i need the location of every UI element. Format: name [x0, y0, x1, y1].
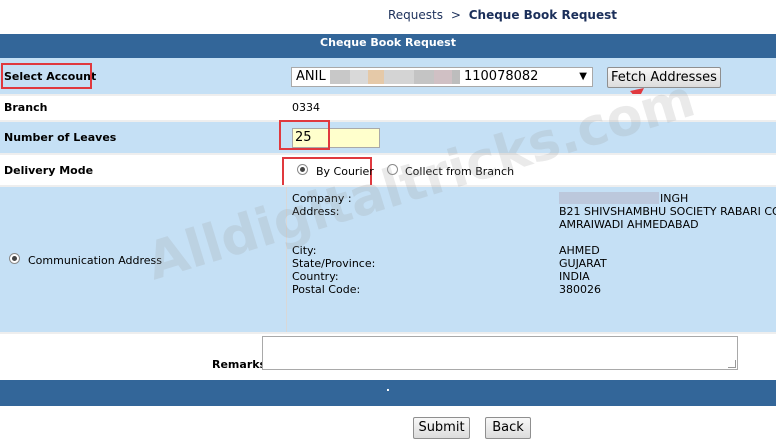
address-label: Address: [292, 205, 340, 218]
courier-option-label[interactable]: By Courier [316, 165, 374, 178]
address-line2: AMRAIWADI AHMEDABAD [559, 218, 699, 231]
fetch-addresses-button[interactable]: Fetch Addresses [607, 67, 721, 88]
highlight-select-account [1, 63, 92, 89]
blurred-digits [433, 69, 452, 84]
blurred-company-name [559, 192, 659, 204]
communication-label: Communication Address [28, 254, 163, 267]
row-leaves [0, 122, 776, 153]
remarks-label: Remarks [212, 358, 267, 371]
submit-button[interactable]: Submit [413, 417, 470, 439]
leaves-label: Number of Leaves [4, 131, 117, 144]
branch-collect-radio[interactable] [387, 164, 398, 175]
footer-bar: . [0, 380, 776, 406]
courier-radio[interactable] [297, 164, 308, 175]
address-line1: B21 SHIVSHAMBHU SOCIETY RABARI COLONY [559, 205, 776, 218]
account-value-prefix: ANIL [296, 69, 326, 84]
blurred-digits [367, 69, 384, 84]
breadcrumb-parent[interactable]: Requests [388, 8, 443, 22]
country-value: INDIA [559, 270, 590, 283]
blurred-digits [349, 69, 368, 84]
branch-value: 0334 [292, 101, 320, 114]
breadcrumb-current: Cheque Book Request [468, 8, 617, 22]
state-label: State/Province: [292, 257, 376, 270]
highlight-leaves [279, 120, 330, 150]
postal-label: Postal Code: [292, 283, 361, 296]
footer-text: . [385, 381, 391, 394]
company-label: Company : [292, 192, 352, 205]
state-value: GUJARAT [559, 257, 607, 270]
branch-label: Branch [4, 101, 48, 114]
postal-value: 380026 [559, 283, 601, 296]
breadcrumb-separator: > [450, 8, 461, 22]
blurred-digits [413, 69, 434, 84]
blurred-digits [329, 69, 350, 84]
dropdown-arrow-icon: ▼ [579, 71, 587, 82]
communication-radio[interactable] [9, 253, 20, 264]
resize-grip-icon[interactable] [728, 360, 736, 368]
country-label: Country: [292, 270, 339, 283]
back-button[interactable]: Back [485, 417, 531, 439]
branch-collect-option-label[interactable]: Collect from Branch [405, 165, 514, 178]
breadcrumb: Requests > Cheque Book Request [388, 8, 617, 22]
remarks-textarea[interactable] [262, 336, 738, 370]
blurred-digits [383, 69, 414, 84]
delivery-label: Delivery Mode [4, 164, 94, 177]
account-value-suffix: 110078082 [463, 69, 539, 84]
blurred-digits [451, 69, 460, 84]
form-header: Cheque Book Request [0, 34, 776, 58]
account-select[interactable]: ANIL 110078082 ▼ [291, 67, 593, 87]
city-value: AHMED [559, 244, 600, 257]
company-value: INGH [660, 192, 689, 205]
column-divider [286, 187, 287, 332]
row-branch [0, 96, 776, 120]
city-label: City: [292, 244, 317, 257]
